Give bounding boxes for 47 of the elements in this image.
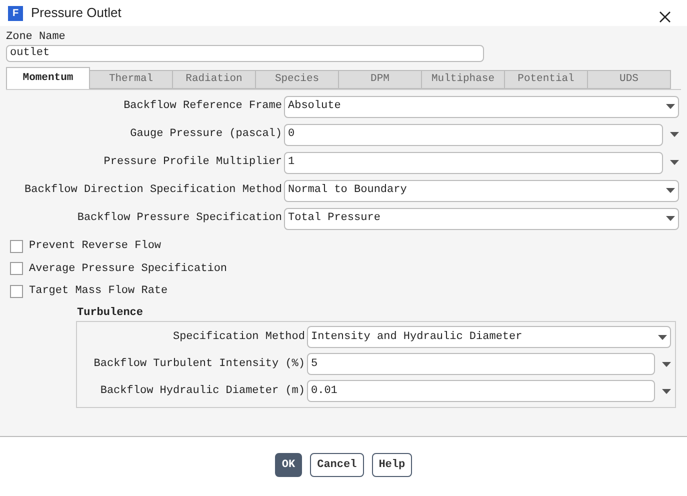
input-field[interactable]: 1 [284, 152, 663, 174]
dialog-button[interactable]: Help [372, 453, 412, 477]
field-label: Backflow Turbulent Intensity (%) [92, 356, 306, 372]
group-title: Turbulence [77, 306, 144, 320]
app-logo-icon: F [8, 6, 23, 20]
caret-icon[interactable] [662, 362, 671, 366]
field-label: Specification Method [172, 330, 306, 345]
dialog-button[interactable]: Cancel [310, 453, 364, 477]
tab[interactable]: Thermal [89, 70, 173, 89]
tab[interactable]: UDS [587, 70, 671, 89]
dialog-button[interactable]: OK [274, 453, 302, 477]
dropdown[interactable]: Normal to Boundary [284, 180, 679, 202]
checkbox-label: Average Pressure Specification [29, 262, 228, 276]
tab[interactable]: DPM [338, 70, 422, 89]
dropdown[interactable]: Total Pressure [284, 208, 679, 230]
checkbox-label: Prevent Reverse Flow [29, 239, 162, 254]
caret-icon[interactable] [670, 132, 679, 137]
field-label: Backflow Reference Frame [122, 99, 283, 114]
dropdown[interactable]: Absolute [284, 96, 679, 118]
zone-name-field[interactable]: outlet [6, 45, 484, 62]
checkbox[interactable] [10, 240, 23, 253]
caret-icon[interactable] [670, 160, 679, 165]
checkbox-label: Target Mass Flow Rate [29, 284, 168, 299]
tab[interactable]: Multiphase [421, 70, 505, 89]
tab[interactable]: Radiation [172, 70, 256, 89]
caret-icon[interactable] [666, 104, 675, 109]
checkbox[interactable] [10, 262, 23, 276]
input-field[interactable]: 5 [307, 353, 655, 375]
field-label: Backflow Pressure Specification [76, 211, 283, 226]
field-label: Pressure Profile Multiplier [102, 155, 283, 170]
window-title: Pressure Outlet [31, 4, 122, 22]
field-label: Zone Name [6, 30, 66, 44]
input-field[interactable]: 0.01 [307, 380, 655, 402]
field-label: Gauge Pressure (pascal) [129, 127, 283, 142]
close-icon[interactable] [659, 11, 671, 23]
tab[interactable]: Potential [504, 70, 588, 89]
caret-icon[interactable] [658, 334, 667, 340]
field-label: Backflow Direction Specification Method [24, 183, 283, 198]
input-field[interactable]: 0 [284, 124, 663, 146]
tab[interactable]: Momentum [6, 67, 90, 89]
caret-icon[interactable] [662, 388, 671, 394]
caret-icon[interactable] [666, 188, 675, 193]
tab[interactable]: Species [255, 70, 339, 89]
caret-icon[interactable] [666, 216, 675, 221]
field-label: Backflow Hydraulic Diameter (m) [99, 384, 306, 399]
checkbox[interactable] [10, 284, 23, 298]
dropdown[interactable]: Intensity and Hydraulic Diameter [307, 326, 671, 348]
